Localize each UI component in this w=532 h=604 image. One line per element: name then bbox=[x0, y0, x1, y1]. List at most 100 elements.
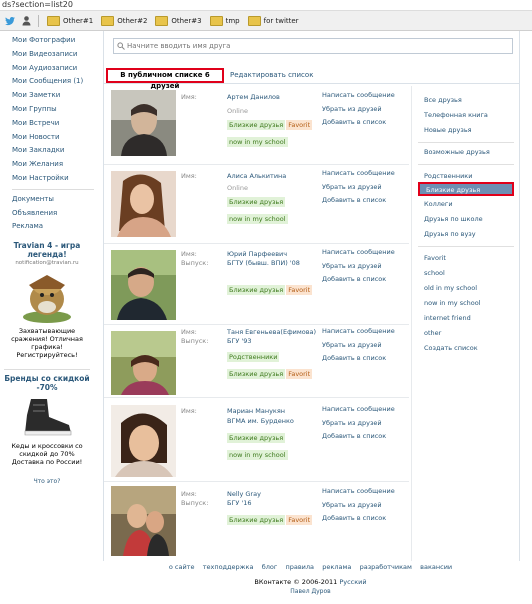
ad-sneakers[interactable]: Бренды со скидкой -70% Кеды и кроссовки … bbox=[4, 369, 90, 486]
nav-news[interactable]: Мои Новости bbox=[12, 131, 94, 145]
tag-now-in-my-school[interactable]: now in my school bbox=[227, 137, 288, 147]
tag-now-in-my-school[interactable]: now in my school bbox=[227, 214, 288, 224]
graduation-value[interactable]: БГТУ (бывш. ВПИ) '08 bbox=[227, 259, 300, 267]
graduation-value[interactable]: БГУ '16 bbox=[227, 499, 252, 507]
send-message-link[interactable]: Написать сообщение bbox=[322, 89, 395, 103]
tag-close-friends[interactable]: Близкие друзья bbox=[227, 433, 286, 443]
nav-documents[interactable]: Документы bbox=[12, 193, 94, 207]
ads-what-is-this[interactable]: Что это? bbox=[4, 478, 90, 486]
bookmark-folder[interactable]: Other#2 bbox=[101, 15, 147, 26]
language-selector[interactable]: Русский bbox=[339, 578, 366, 586]
send-message-link[interactable]: Написать сообщение bbox=[322, 325, 395, 339]
add-to-list-link[interactable]: Добавить в список bbox=[322, 352, 395, 366]
friend-name[interactable]: Nelly Gray bbox=[227, 490, 261, 498]
footer-support[interactable]: техподдержка bbox=[203, 563, 254, 571]
sidebar-list-school[interactable]: school bbox=[424, 269, 445, 277]
nav-ads[interactable]: Объявления bbox=[12, 207, 94, 221]
nav-settings[interactable]: Мои Настройки bbox=[12, 172, 94, 186]
nav-audio[interactable]: Мои Аудиозаписи bbox=[12, 62, 94, 76]
remove-friend-link[interactable]: Убрать из друзей bbox=[322, 339, 395, 353]
nav-groups[interactable]: Мои Группы bbox=[12, 103, 94, 117]
sidebar-list-old-in-my-school[interactable]: old in my school bbox=[424, 284, 477, 292]
friend-name[interactable]: Юрий Парфеевич bbox=[227, 250, 287, 258]
send-message-link[interactable]: Написать сообщение bbox=[322, 246, 395, 260]
sidebar-university-friends[interactable]: Друзья по вузу bbox=[424, 230, 476, 238]
footer-advertising[interactable]: реклама bbox=[322, 563, 351, 571]
footer-author[interactable]: Павел Дуров bbox=[103, 588, 518, 595]
add-to-list-link[interactable]: Добавить в список bbox=[322, 273, 395, 287]
nav-photos[interactable]: Мои Фотографии bbox=[12, 34, 94, 48]
friend-photo[interactable] bbox=[111, 250, 176, 320]
bookmark-folder[interactable]: tmp bbox=[209, 15, 240, 26]
nav-advertising[interactable]: Реклама bbox=[12, 220, 94, 234]
tag-favorit[interactable]: Favorit bbox=[286, 369, 313, 379]
nav-notes[interactable]: Мои Заметки bbox=[12, 89, 94, 103]
send-message-link[interactable]: Написать сообщение bbox=[322, 485, 395, 499]
friend-search-box[interactable] bbox=[113, 38, 513, 54]
sidebar-school-friends[interactable]: Друзья по школе bbox=[424, 215, 483, 223]
address-bar[interactable]: ds?section=list20 bbox=[0, 0, 532, 11]
tag-close-friends[interactable]: Близкие друзья bbox=[227, 285, 286, 295]
bookmark-folder[interactable]: for twitter bbox=[247, 15, 299, 26]
footer-about[interactable]: о сайте bbox=[169, 563, 195, 571]
tag-close-friends[interactable]: Близкие друзья bbox=[227, 369, 286, 379]
sidebar-all-friends[interactable]: Все друзья bbox=[424, 96, 462, 104]
tag-close-friends[interactable]: Близкие друзья bbox=[227, 197, 286, 207]
send-message-link[interactable]: Написать сообщение bbox=[322, 167, 395, 181]
sidebar-list-other[interactable]: other bbox=[424, 329, 441, 337]
tag-relatives[interactable]: Родственники bbox=[227, 352, 280, 362]
remove-friend-link[interactable]: Убрать из друзей bbox=[322, 103, 395, 117]
friend-name[interactable]: Алиса Алькитина bbox=[227, 172, 286, 180]
tag-favorit[interactable]: Favorit bbox=[286, 285, 313, 295]
friend-photo[interactable] bbox=[111, 486, 176, 556]
remove-friend-link[interactable]: Убрать из друзей bbox=[322, 181, 395, 195]
add-to-list-link[interactable]: Добавить в список bbox=[322, 512, 395, 526]
remove-friend-link[interactable]: Убрать из друзей bbox=[322, 260, 395, 274]
friend-name[interactable]: Артем Данилов bbox=[227, 93, 280, 101]
tag-favorit[interactable]: Favorit bbox=[286, 515, 313, 525]
friend-photo[interactable] bbox=[111, 405, 176, 477]
tag-close-friends[interactable]: Близкие друзья bbox=[227, 515, 286, 525]
footer-developers[interactable]: разработчикам bbox=[360, 563, 412, 571]
bookmark-folder[interactable]: Other#3 bbox=[155, 15, 202, 26]
bookmark-folder[interactable]: Other#1 bbox=[47, 15, 93, 26]
sidebar-relatives[interactable]: Родственники bbox=[424, 172, 472, 180]
sidebar-list-now-in-my-school[interactable]: now in my school bbox=[424, 299, 481, 307]
person-icon[interactable] bbox=[20, 15, 32, 27]
friend-name[interactable]: Мариан Манукян bbox=[227, 407, 285, 415]
nav-bookmarks[interactable]: Мои Закладки bbox=[12, 144, 94, 158]
tag-now-in-my-school[interactable]: now in my school bbox=[227, 450, 288, 460]
tab-edit-list[interactable]: Редактировать список bbox=[230, 71, 313, 79]
sidebar-create-list[interactable]: Создать список bbox=[424, 344, 478, 352]
footer-blog[interactable]: блог bbox=[262, 563, 278, 571]
search-input[interactable] bbox=[125, 42, 497, 50]
tag-favorit[interactable]: Favorit bbox=[286, 120, 313, 130]
friend-photo[interactable] bbox=[111, 171, 176, 237]
sidebar-possible-friends[interactable]: Возможные друзья bbox=[424, 148, 490, 156]
graduation-value[interactable]: ВГМА им. Бурденко bbox=[227, 417, 294, 425]
tab-public-list[interactable]: В публичном списке 6 друзей bbox=[106, 68, 224, 90]
tag-close-friends[interactable]: Близкие друзья bbox=[227, 120, 286, 130]
add-to-list-link[interactable]: Добавить в список bbox=[322, 430, 395, 444]
nav-messages[interactable]: Мои Сообщения (1) bbox=[12, 75, 94, 89]
friend-name[interactable]: Таня Евгеньева(Ефимова) bbox=[227, 328, 316, 336]
nav-events[interactable]: Мои Встречи bbox=[12, 117, 94, 131]
add-to-list-link[interactable]: Добавить в список bbox=[322, 116, 395, 130]
sidebar-colleagues[interactable]: Коллеги bbox=[424, 200, 453, 208]
send-message-link[interactable]: Написать сообщение bbox=[322, 403, 395, 417]
friend-photo[interactable] bbox=[111, 90, 176, 156]
add-to-list-link[interactable]: Добавить в список bbox=[322, 194, 395, 208]
footer-rules[interactable]: правила bbox=[285, 563, 314, 571]
remove-friend-link[interactable]: Убрать из друзей bbox=[322, 417, 395, 431]
nav-wishes[interactable]: Мои Желания bbox=[12, 158, 94, 172]
ad-travian[interactable]: Travian 4 - игра легенда! notification@t… bbox=[4, 241, 90, 359]
twitter-bird-icon[interactable] bbox=[4, 15, 16, 27]
friend-photo[interactable] bbox=[111, 331, 176, 395]
sidebar-list-favorit[interactable]: Favorit bbox=[424, 254, 446, 262]
footer-jobs[interactable]: вакансии bbox=[420, 563, 452, 571]
remove-friend-link[interactable]: Убрать из друзей bbox=[322, 499, 395, 513]
sidebar-list-internet-friend[interactable]: internet friend bbox=[424, 314, 471, 322]
sidebar-phone-book[interactable]: Телефонная книга bbox=[424, 111, 488, 119]
nav-videos[interactable]: Мои Видеозаписи bbox=[12, 48, 94, 62]
sidebar-new-friends[interactable]: Новые друзья bbox=[424, 126, 472, 134]
